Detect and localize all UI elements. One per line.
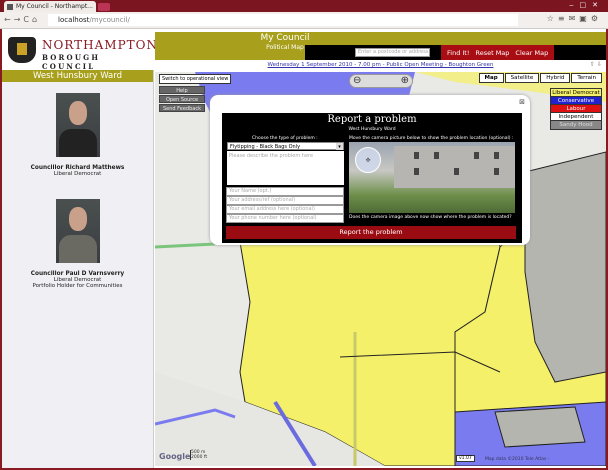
toolbar-icons[interactable]: ☆≡✉▣⚙	[547, 14, 602, 23]
google-logo[interactable]: Google	[159, 452, 190, 461]
browser-tab[interactable]: My Council - Northampt...	[4, 1, 96, 12]
map-canvas[interactable]: Switch to operational view Help Open Sou…	[155, 72, 606, 466]
name-field[interactable]: Your Name (opt.)	[226, 187, 344, 196]
url-input[interactable]: localhost/mycouncil/	[48, 14, 518, 26]
legend-conservative: Conservative	[551, 97, 601, 105]
councillor-photo	[55, 199, 100, 263]
browser-tab-bar: My Council - Northampt... ‒□✕	[0, 0, 608, 12]
logo-line1: NORTHAMPTON	[42, 38, 158, 52]
map-type-control: Map Satellite Hybrid Terrain	[478, 73, 602, 83]
councillor-role: Portfolio Holder for Communities	[32, 283, 123, 289]
problem-type-select[interactable]: Flytipping - Black Bags Only ▾	[227, 142, 344, 150]
address-search-input[interactable]: Enter a postcode or address	[355, 48, 430, 57]
switch-view-button[interactable]: Switch to operational view	[159, 74, 232, 84]
window-controls[interactable]: ‒□✕	[569, 1, 604, 9]
legend-libdem: Liberal Democrat	[551, 89, 601, 97]
chevron-down-icon: ▾	[336, 143, 343, 150]
close-icon[interactable]: ⊠	[519, 98, 525, 106]
email-field[interactable]: Your email address here (optional)	[226, 205, 344, 214]
help-button[interactable]: Help	[159, 86, 205, 94]
version-label: v1.07	[456, 455, 475, 462]
map-copyright: Map data ©2010 Tele Atlas -	[485, 457, 550, 462]
new-tab-button[interactable]	[98, 3, 110, 11]
header-band: My Council Political Map Enter a postcod…	[155, 32, 606, 60]
address-field[interactable]: Your address/ref (optional)	[226, 196, 344, 205]
url-path: /mycouncil/	[89, 16, 130, 24]
logo-line2: BOROUGH COUNCIL	[42, 53, 101, 71]
zoom-control[interactable]: ⊖ ⊕	[349, 74, 413, 88]
report-problem-dialog: ⊠ Report a problem West Hunsbury Ward Ch…	[210, 95, 530, 245]
party-legend: Liberal Democrat Conservative Labour Ind…	[550, 88, 602, 130]
councillor-card: Councillor Richard Matthews Liberal Demo…	[2, 93, 153, 177]
send-feedback-button[interactable]: Send Feedback	[159, 104, 205, 112]
url-host: localhost	[58, 16, 90, 24]
street-view-pan-control[interactable]: ✥	[355, 147, 381, 173]
selected-problem-type: Flytipping - Black Bags Only	[230, 144, 301, 150]
scroll-icons[interactable]: ⇧ ⇩	[590, 61, 602, 68]
councillor-photo	[55, 93, 100, 157]
councillor-party: Liberal Democrat	[53, 171, 102, 177]
favicon-icon	[7, 4, 13, 10]
crest-icon	[8, 37, 36, 63]
legend-sandy-hood: Sandy Hood	[551, 121, 601, 129]
find-button[interactable]: Find It!	[447, 49, 469, 57]
camera-label: Move the camera picture below to show th…	[349, 136, 514, 141]
map-type-hybrid[interactable]: Hybrid	[540, 73, 571, 83]
app-title: My Council	[260, 33, 310, 43]
dialog-title: Report a problem	[327, 114, 417, 125]
camera-question: Does the camera image above now show whe…	[349, 215, 512, 220]
scale-imperial: 2000 ft	[191, 455, 208, 460]
search-bar: Enter a postcode or address Find It! Res…	[305, 45, 606, 60]
tab-title: My Council - Northampt...	[16, 3, 93, 10]
clear-map-button[interactable]: Clear Map	[515, 49, 548, 57]
street-view-image[interactable]: ✥	[349, 142, 515, 213]
council-logo[interactable]: NORTHAMPTON BOROUGH COUNCIL	[6, 37, 158, 71]
map-type-terrain[interactable]: Terrain	[571, 73, 602, 83]
councillor-card: Councillor Paul D Varnsverry Liberal Dem…	[2, 199, 153, 289]
description-textarea[interactable]: Please describe the problem here	[227, 151, 344, 185]
page: NORTHAMPTON BOROUGH COUNCIL My Council P…	[2, 29, 606, 468]
map-scale: 500 m 2000 ft	[190, 450, 207, 460]
reset-map-button[interactable]: Reset Map	[475, 49, 509, 57]
zoom-out-icon[interactable]: ⊖	[353, 75, 361, 87]
event-link[interactable]: Wednesday 1 September 2010 - 7.00 pm - P…	[155, 62, 606, 68]
map-type-satellite[interactable]: Satellite	[504, 73, 540, 83]
sidebar: West Hunsbury Ward Councillor Richard Ma…	[2, 70, 154, 468]
legend-labour: Labour	[551, 105, 601, 113]
open-source-button[interactable]: Open Source	[159, 95, 205, 103]
map-type-map[interactable]: Map	[478, 73, 504, 83]
nav-buttons[interactable]: ←→C⌂	[4, 15, 40, 24]
ward-title: West Hunsbury Ward	[2, 70, 153, 82]
legend-independent: Independent	[551, 113, 601, 121]
zoom-in-icon[interactable]: ⊕	[401, 75, 409, 87]
report-problem-button[interactable]: Report the problem	[226, 226, 516, 239]
dialog-ward: West Hunsbury Ward	[348, 127, 396, 132]
problem-type-label: Choose the type of problem :	[252, 136, 318, 141]
address-bar-row: ←→C⌂ localhost/mycouncil/ ☆≡✉▣⚙	[0, 12, 608, 29]
